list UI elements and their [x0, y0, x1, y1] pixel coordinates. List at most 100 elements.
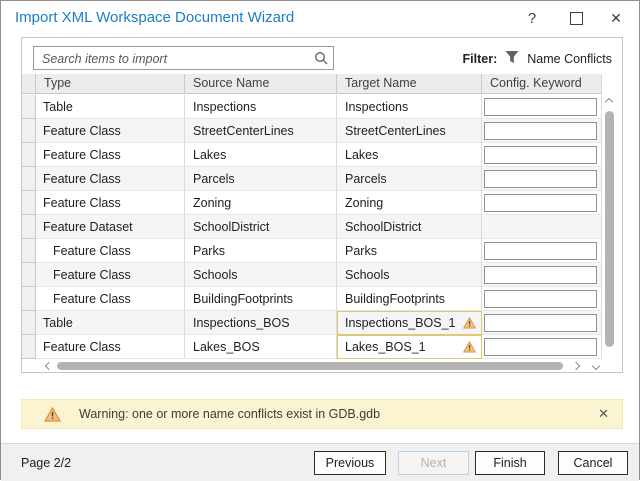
footer: Page 2/2 Previous Next Finish Cancel — [1, 443, 639, 481]
cancel-button[interactable]: Cancel — [558, 451, 628, 475]
header-target-name[interactable]: Target Name — [337, 74, 482, 93]
config-keyword-input[interactable] — [484, 338, 597, 356]
row-selector[interactable] — [22, 239, 36, 263]
scroll-down-icon[interactable] — [590, 360, 602, 372]
finish-button[interactable]: Finish — [475, 451, 545, 475]
scroll-up-icon[interactable] — [603, 96, 615, 108]
vertical-scrollbar-thumb[interactable] — [605, 111, 614, 347]
next-button: Next — [398, 451, 469, 475]
filter-bar: Filter: Name Conflicts — [463, 50, 612, 67]
search-box — [33, 46, 334, 70]
cell-type: Feature Class — [36, 335, 185, 359]
cell-config-keyword — [482, 239, 602, 263]
close-icon: ✕ — [610, 10, 622, 27]
warning-banner: Warning: one or more name conflicts exis… — [21, 399, 623, 429]
warning-icon — [456, 341, 476, 353]
config-keyword-input[interactable] — [484, 314, 597, 332]
config-keyword-input[interactable] — [484, 194, 597, 212]
cell-source-name: BuildingFootprints — [185, 287, 337, 311]
warning-banner-close-icon[interactable]: ✕ — [598, 406, 609, 422]
cell-source-name: Parks — [185, 239, 337, 263]
row-selector[interactable] — [22, 143, 36, 167]
cell-target-name[interactable]: Inspections_BOS_1 — [337, 311, 482, 335]
row-selector[interactable] — [22, 167, 36, 191]
config-keyword-input[interactable] — [484, 242, 597, 260]
table-row[interactable]: Feature ClassParcelsParcels — [22, 167, 602, 191]
row-selector[interactable] — [22, 335, 36, 359]
horizontal-scrollbar[interactable] — [22, 358, 624, 373]
warning-icon — [456, 317, 476, 329]
table-row[interactable]: TableInspectionsInspections — [22, 95, 602, 119]
cell-target-name[interactable]: Lakes_BOS_1 — [337, 335, 482, 359]
cell-config-keyword — [482, 311, 602, 335]
maximize-button[interactable] — [559, 1, 593, 35]
cell-type: Feature Class — [36, 119, 185, 143]
config-keyword-input[interactable] — [484, 290, 597, 308]
target-name-text: Inspections_BOS_1 — [338, 316, 456, 330]
help-button[interactable]: ? — [515, 1, 549, 35]
grid-body: TableInspectionsInspectionsFeature Class… — [22, 95, 602, 359]
row-selector[interactable] — [22, 119, 36, 143]
cell-type: Feature Class — [36, 239, 185, 263]
cell-source-name: Lakes — [185, 143, 337, 167]
maximize-icon — [570, 12, 583, 25]
title-bar: Import XML Workspace Document Wizard ? ✕ — [1, 1, 639, 37]
close-button[interactable]: ✕ — [599, 1, 633, 35]
filter-funnel-icon[interactable] — [504, 50, 520, 67]
cell-source-name: Parcels — [185, 167, 337, 191]
table-row[interactable]: Feature ClassLakes_BOSLakes_BOS_1 — [22, 335, 602, 359]
header-type[interactable]: Type — [36, 74, 185, 93]
cell-target-name: Inspections — [337, 95, 482, 119]
cell-type: Feature Class — [36, 263, 185, 287]
cell-source-name: Zoning — [185, 191, 337, 215]
header-source-name[interactable]: Source Name — [185, 74, 337, 93]
cell-source-name: Inspections — [185, 95, 337, 119]
cell-source-name: Lakes_BOS — [185, 335, 337, 359]
cell-config-keyword — [482, 167, 602, 191]
config-keyword-input[interactable] — [484, 266, 597, 284]
search-input[interactable] — [40, 48, 312, 70]
search-icon — [314, 51, 328, 70]
scroll-left-icon[interactable] — [43, 360, 55, 372]
row-selector[interactable] — [22, 215, 36, 239]
dialog-window: Import XML Workspace Document Wizard ? ✕… — [0, 0, 640, 480]
cell-config-keyword — [482, 215, 602, 239]
table-row[interactable]: Feature ClassSchoolsSchools — [22, 263, 602, 287]
config-keyword-input[interactable] — [484, 146, 597, 164]
cell-target-name: StreetCenterLines — [337, 119, 482, 143]
table-row[interactable]: Feature ClassStreetCenterLinesStreetCent… — [22, 119, 602, 143]
row-selector[interactable] — [22, 95, 36, 119]
warning-banner-icon — [44, 407, 61, 422]
config-keyword-input[interactable] — [484, 122, 597, 140]
cell-config-keyword — [482, 119, 602, 143]
header-config-keyword[interactable]: Config. Keyword — [482, 74, 602, 93]
table-row[interactable]: Feature DatasetSchoolDistrictSchoolDistr… — [22, 215, 602, 239]
cell-source-name: Schools — [185, 263, 337, 287]
cell-type: Feature Dataset — [36, 215, 185, 239]
cell-type: Table — [36, 95, 185, 119]
filter-value: Name Conflicts — [527, 52, 612, 66]
config-keyword-input[interactable] — [484, 170, 597, 188]
previous-button[interactable]: Previous — [314, 451, 386, 475]
table-row[interactable]: Feature ClassBuildingFootprintsBuildingF… — [22, 287, 602, 311]
warning-banner-text: Warning: one or more name conflicts exis… — [79, 407, 598, 421]
row-selector[interactable] — [22, 263, 36, 287]
cell-target-name: Zoning — [337, 191, 482, 215]
cell-type: Feature Class — [36, 287, 185, 311]
grid-header: Type Source Name Target Name Config. Key… — [22, 74, 602, 94]
cell-source-name: StreetCenterLines — [185, 119, 337, 143]
table-row[interactable]: Feature ClassLakesLakes — [22, 143, 602, 167]
table-row[interactable]: Feature ClassZoningZoning — [22, 191, 602, 215]
table-row[interactable]: TableInspections_BOSInspections_BOS_1 — [22, 311, 602, 335]
vertical-scrollbar[interactable] — [603, 95, 616, 358]
scroll-right-icon[interactable] — [570, 360, 582, 372]
horizontal-scrollbar-thumb[interactable] — [57, 362, 563, 370]
cell-source-name: Inspections_BOS — [185, 311, 337, 335]
row-selector[interactable] — [22, 191, 36, 215]
cell-config-keyword — [482, 143, 602, 167]
row-selector[interactable] — [22, 311, 36, 335]
table-row[interactable]: Feature ClassParksParks — [22, 239, 602, 263]
cell-type: Feature Class — [36, 143, 185, 167]
row-selector[interactable] — [22, 287, 36, 311]
config-keyword-input[interactable] — [484, 98, 597, 116]
